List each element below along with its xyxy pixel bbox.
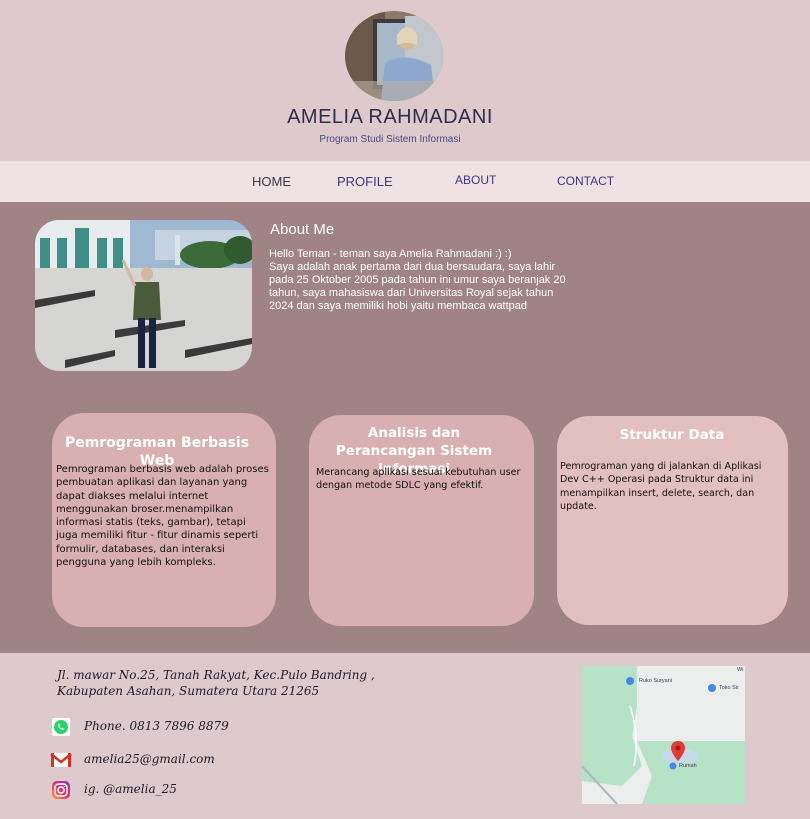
about-photo <box>35 220 252 371</box>
course-card-struktur-data: Struktur Data Pemrograman yang di jalank… <box>557 416 788 625</box>
main-section: About Me Hello Teman - teman saya Amelia… <box>0 202 810 653</box>
gmail-icon <box>50 750 72 770</box>
map-pin-icon <box>671 741 685 761</box>
email-text: amelia25@gmail.com <box>84 752 215 766</box>
page-title: AMELIA RAHMADANI <box>287 106 493 128</box>
card-text: Merancang aplikasi sesuai kebutuhan user… <box>316 467 521 492</box>
course-card-web: Pemrograman Berbasis Web Pemrograman ber… <box>52 413 276 627</box>
profile-avatar <box>345 11 443 101</box>
about-title: About Me <box>270 221 335 238</box>
footer: Jl. mawar No.25, Tanah Rakyat, Kec.Pulo … <box>0 653 810 819</box>
card-text: Pemrograman yang di jalankan di Aplikasi… <box>560 461 762 512</box>
nav-item-about[interactable]: ABOUT <box>455 173 496 187</box>
nav-item-profile[interactable]: PROFILE <box>337 174 393 189</box>
about-photo-image <box>35 220 252 371</box>
nav-item-contact[interactable]: CONTACT <box>557 174 614 188</box>
instagram-icon <box>50 780 72 800</box>
map-label-w: Wi <box>737 667 744 673</box>
about-text: Hello Teman - teman saya Amelia Rahmadan… <box>269 248 566 312</box>
nav-item-home[interactable]: HOME <box>252 174 291 189</box>
card-text: Pemrograman berbasis web adalah proses p… <box>56 464 269 569</box>
whatsapp-icon <box>50 717 72 737</box>
card-title: Struktur Data <box>619 427 725 443</box>
nav-bar: HOME PROFILE ABOUT CONTACT <box>0 161 810 202</box>
instagram-text: ig. @amelia_25 <box>84 782 177 796</box>
map-label-ruko: Ruko Suryani <box>639 678 673 684</box>
header: AMELIA RAHMADANI Program Studi Sistem In… <box>0 0 810 161</box>
location-map[interactable]: Ruko Suryani Toko Sir Rumah Wi <box>582 666 745 804</box>
address-text: Jl. mawar No.25, Tanah Rakyat, Kec.Pulo … <box>57 668 375 698</box>
avatar-image <box>345 11 443 101</box>
course-card-apsi: Analisis dan Perancangan Sistem Informas… <box>309 415 534 626</box>
phone-text: Phone. 0813 7896 8879 <box>84 719 229 733</box>
map-label-toko: Toko Sir <box>719 685 739 691</box>
page-subtitle: Program Studi Sistem Informasi <box>319 134 461 145</box>
map-label-rumah: Rumah <box>679 763 697 769</box>
